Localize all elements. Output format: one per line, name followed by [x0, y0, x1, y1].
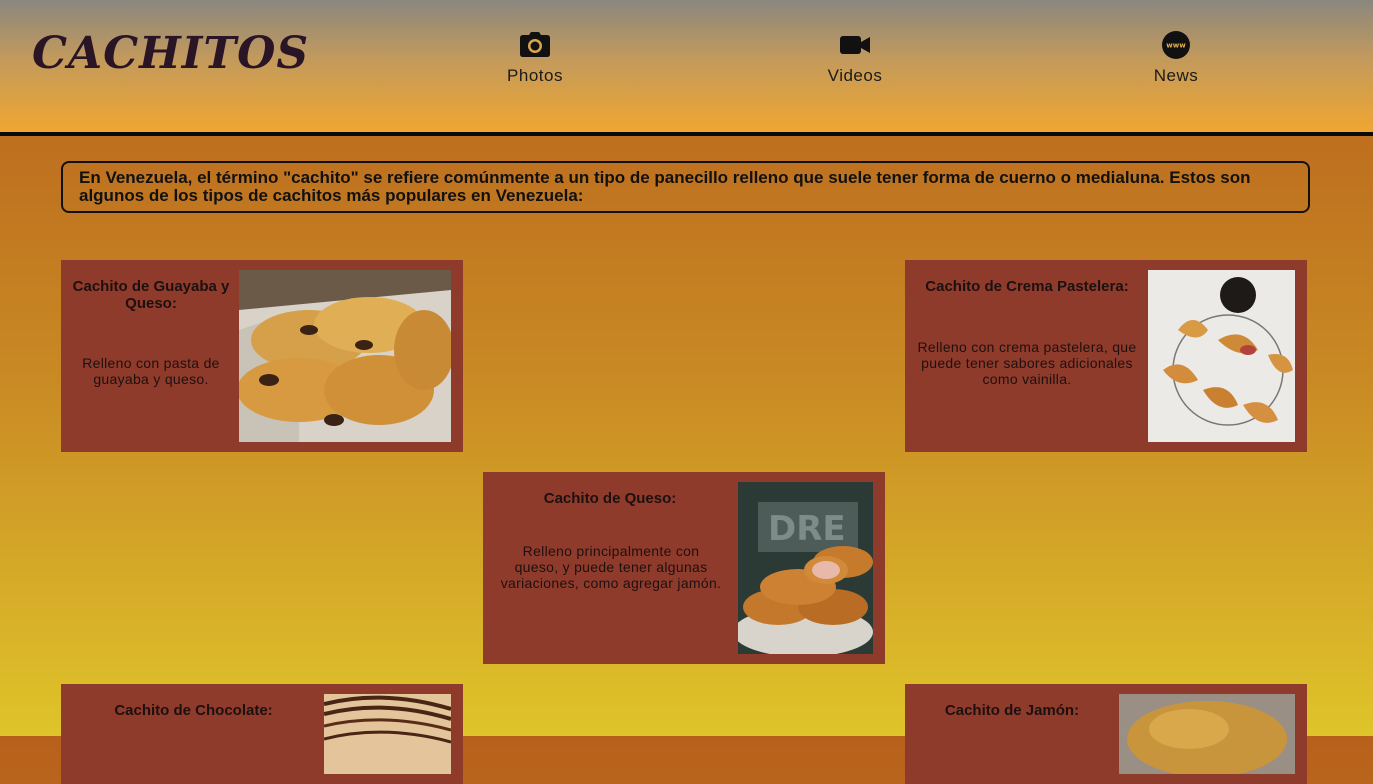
nav-item-news[interactable]: www News	[1116, 30, 1236, 86]
ham-cachito-photo	[1119, 694, 1295, 774]
ham-cheese-rolls-photo: DRE	[738, 482, 873, 654]
card-chocolate: Cachito de Chocolate:	[61, 684, 463, 784]
card-crema-pastelera: Cachito de Crema Pastelera: Relleno con …	[905, 260, 1307, 452]
nav-label-news: News	[1153, 66, 1199, 85]
chocolate-croissants-photo	[239, 270, 451, 442]
svg-text:www: www	[1166, 42, 1186, 50]
card-title: Cachito de Chocolate:	[114, 702, 273, 719]
site-header: CACHITOS Photos Videos www News	[0, 0, 1373, 136]
card-title: Cachito de Crema Pastelera:	[925, 278, 1129, 295]
card-description: Relleno con crema pastelera, que puede t…	[917, 339, 1137, 387]
card-description: Relleno con pasta de guayaba y queso.	[82, 355, 220, 387]
nav-item-videos[interactable]: Videos	[795, 30, 915, 86]
www-globe-icon: www	[1116, 30, 1236, 60]
croissants-on-rack-photo	[1148, 270, 1295, 442]
intro-text: En Venezuela, el término "cachito" se re…	[61, 161, 1310, 213]
card-title: Cachito de Queso:	[543, 490, 677, 507]
card-queso: Cachito de Queso: Relleno principalmente…	[483, 472, 885, 664]
card-description: Relleno principalmente con queso, y pued…	[500, 543, 722, 591]
nav-item-photos[interactable]: Photos	[475, 30, 595, 86]
card-guayaba-queso: Cachito de Guayaba y Queso: Relleno con …	[61, 260, 463, 452]
svg-text:DRE: DRE	[768, 509, 846, 549]
site-logo[interactable]: CACHITOS	[32, 28, 309, 79]
nav-label-photos: Photos	[507, 66, 563, 85]
chocolate-drizzle-pastry-photo	[324, 694, 451, 774]
camera-icon	[475, 30, 595, 60]
card-title: Cachito de Guayaba y Queso:	[72, 278, 230, 312]
card-title: Cachito de Jamón:	[944, 702, 1080, 719]
nav-label-videos: Videos	[827, 66, 883, 85]
video-camera-icon	[795, 30, 915, 60]
card-jamon: Cachito de Jamón:	[905, 684, 1307, 784]
